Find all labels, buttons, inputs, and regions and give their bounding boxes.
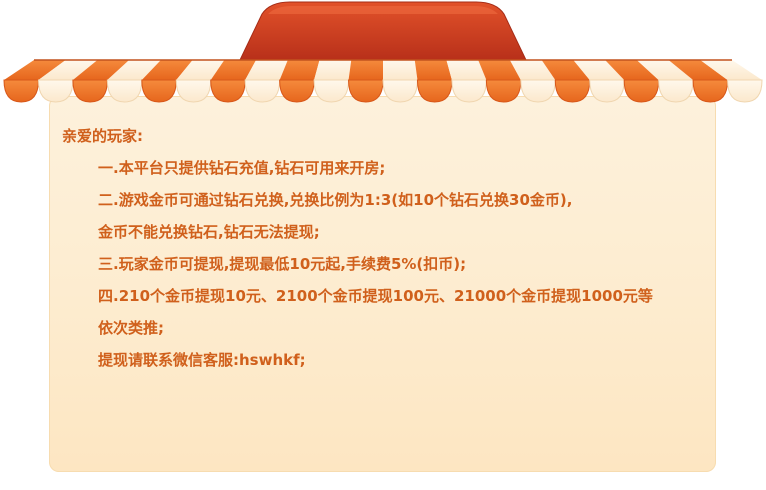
rule-line-2-continued: 金币不能兑换钻石,钻石无法提现; bbox=[98, 223, 320, 241]
awning-roof-highlight bbox=[268, 6, 498, 14]
rule-line-2: 二.游戏金币可通过钻石兑换,兑换比例为1:3(如10个钻石兑换30金币), bbox=[98, 191, 573, 209]
rule-line-4: 四.210个金币提现10元、2100个金币提现100元、21000个金币提现10… bbox=[98, 287, 653, 305]
announcement-card: 亲爱的玩家: 一.本平台只提供钻石充值,钻石可用来开房; 二.游戏金币可通过钻石… bbox=[0, 0, 766, 490]
awning-scallop-orange bbox=[416, 79, 453, 103]
notice-text-block: 亲爱的玩家: 一.本平台只提供钻石充值,钻石可用来开房; 二.游戏金币可通过钻石… bbox=[62, 120, 712, 376]
rule-line-1: 一.本平台只提供钻石充值,钻石可用来开房; bbox=[98, 159, 386, 177]
awning-scallop-cream bbox=[589, 79, 625, 103]
awning-scallop-orange bbox=[3, 79, 39, 103]
awning-scallops bbox=[3, 79, 763, 103]
awning-scallop-orange bbox=[485, 79, 522, 103]
awning-scallop-cream bbox=[313, 79, 350, 103]
awning-stripe-cream bbox=[383, 60, 418, 80]
greeting-text: 亲爱的玩家: bbox=[62, 127, 143, 145]
awning-scallop-cream bbox=[727, 79, 763, 103]
awning-scallop-cream bbox=[106, 79, 143, 103]
awning-scallop-orange bbox=[279, 79, 315, 103]
rule-line-4-continued: 依次类推; bbox=[98, 319, 164, 337]
awning-stripe-orange bbox=[348, 60, 383, 80]
rule-line-3: 三.玩家金币可提现,提现最低10元起,手续费5%(扣币); bbox=[98, 255, 467, 273]
awning-stripe-orange bbox=[414, 60, 452, 80]
awning-scallop-cream bbox=[658, 79, 694, 103]
awning-scallop-cream bbox=[37, 79, 74, 103]
awning-scallop-orange bbox=[72, 79, 108, 103]
awning-scallop-orange bbox=[348, 79, 384, 103]
awning-stripes bbox=[4, 59, 762, 80]
awning-scallop-orange bbox=[141, 79, 177, 103]
awning-scallop-cream bbox=[382, 79, 418, 103]
awning-scallop-cream bbox=[451, 79, 487, 103]
awning-scallop-orange bbox=[554, 79, 591, 103]
awning-stripe-cream bbox=[314, 60, 352, 80]
awning-scallop-orange bbox=[210, 79, 246, 103]
awning-scallop-orange bbox=[623, 79, 660, 103]
shop-awning-illustration bbox=[3, 1, 763, 103]
awning-scallop-cream bbox=[175, 79, 212, 103]
awning-scallop-cream bbox=[520, 79, 556, 103]
awning-scallop-cream bbox=[244, 79, 281, 103]
customer-service-contact: 提现请联系微信客服:hswhkf; bbox=[98, 351, 306, 369]
awning-scallop-orange bbox=[692, 79, 729, 103]
